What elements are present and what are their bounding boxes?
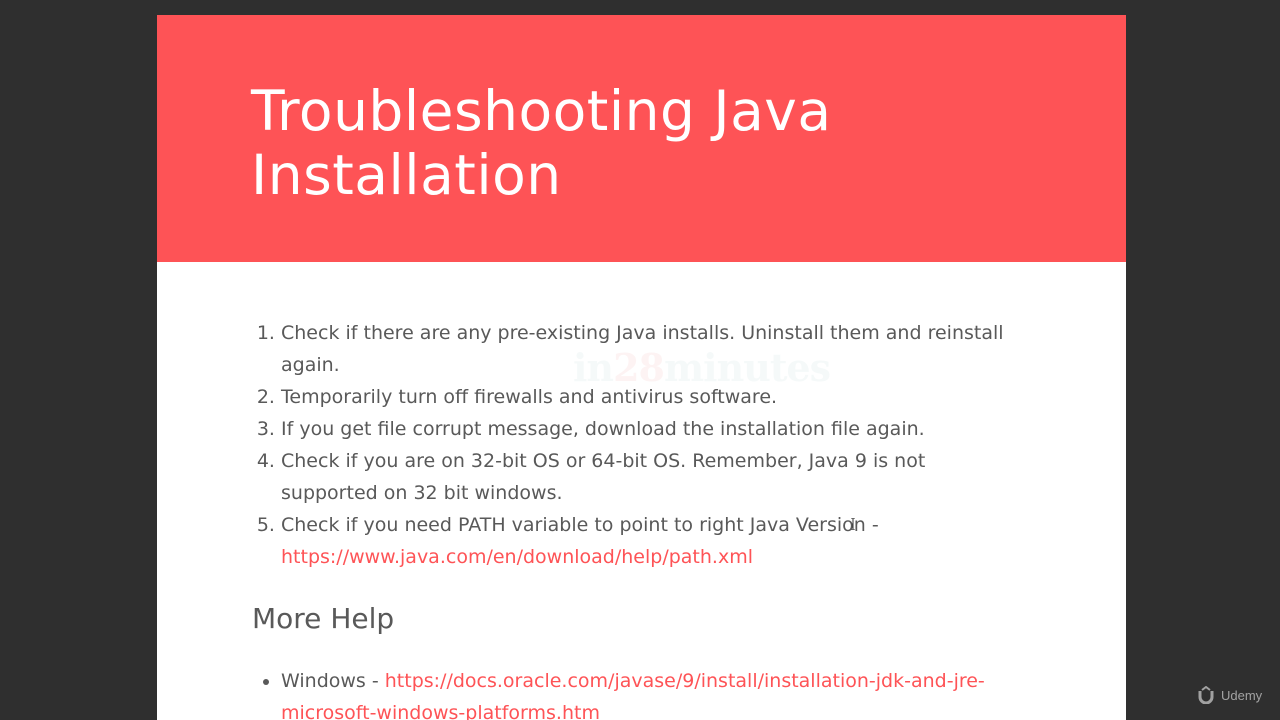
help-item-label: Windows - bbox=[281, 670, 385, 692]
text-cursor-icon bbox=[851, 518, 855, 530]
video-player-stage: Troubleshooting Java Installation in28mi… bbox=[0, 0, 1280, 720]
more-help-heading: More Help bbox=[252, 602, 395, 635]
windows-install-link[interactable]: https://docs.oracle.com/javase/9/install… bbox=[281, 670, 985, 720]
path-help-link[interactable]: https://www.java.com/en/download/help/pa… bbox=[281, 546, 753, 568]
step-text: Check if you need PATH variable to point… bbox=[281, 514, 879, 536]
step-item: Check if there are any pre-existing Java… bbox=[281, 317, 1021, 381]
step-text: Check if you are on 32-bit OS or 64-bit … bbox=[281, 450, 926, 504]
help-item-windows: Windows - https://docs.oracle.com/javase… bbox=[281, 665, 1061, 720]
more-help-list: Windows - https://docs.oracle.com/javase… bbox=[254, 665, 1061, 720]
udemy-logo-icon bbox=[1198, 686, 1214, 704]
title-banner: Troubleshooting Java Installation bbox=[157, 15, 1126, 262]
step-item: Temporarily turn off firewalls and antiv… bbox=[281, 381, 1021, 413]
step-text: Temporarily turn off firewalls and antiv… bbox=[281, 386, 778, 408]
step-text: Check if there are any pre-existing Java… bbox=[281, 322, 1004, 376]
step-text: If you get file corrupt message, downloa… bbox=[281, 418, 925, 440]
step-item: If you get file corrupt message, downloa… bbox=[281, 413, 1021, 445]
slide: Troubleshooting Java Installation in28mi… bbox=[157, 15, 1126, 720]
step-item: Check if you need PATH variable to point… bbox=[281, 509, 1021, 573]
udemy-wordmark: Udemy bbox=[1221, 687, 1263, 703]
step-item: Check if you are on 32-bit OS or 64-bit … bbox=[281, 445, 1021, 509]
udemy-watermark: Udemy bbox=[1197, 686, 1262, 704]
slide-title: Troubleshooting Java Installation bbox=[251, 79, 832, 207]
troubleshooting-steps: Check if there are any pre-existing Java… bbox=[254, 317, 1021, 573]
